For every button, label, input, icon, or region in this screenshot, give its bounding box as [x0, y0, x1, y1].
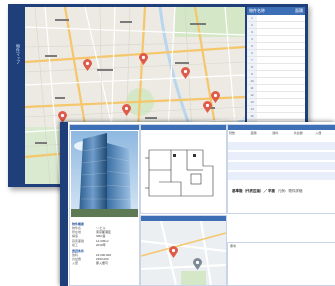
table-column-header[interactable]: 階数	[228, 130, 250, 142]
list-item[interactable]: 2	[247, 22, 305, 29]
building-photo[interactable]	[71, 131, 138, 217]
floor-plan-drawing	[145, 149, 214, 197]
floor-plan-pane[interactable]	[140, 124, 227, 214]
location-map-pane[interactable]	[140, 215, 227, 286]
list-item-number: 5	[247, 43, 257, 49]
pin-6[interactable]	[211, 91, 220, 103]
list-item[interactable]: 14	[247, 106, 305, 113]
list-item-number: 10	[247, 78, 257, 84]
list-item-number: 13	[247, 99, 257, 105]
table-column-header[interactable]: 面積	[250, 130, 272, 142]
table-column-header[interactable]: 賃料	[271, 130, 293, 142]
list-item[interactable]: 12	[247, 92, 305, 99]
list-item-number: 9	[247, 71, 257, 77]
list-item-number: 14	[247, 106, 257, 112]
property-info: 物件概要 物件名 ○○ビル 所在地 東京都港区 構造 SRC造 延床面積 12,345m² 竣工…	[72, 220, 137, 266]
info-value: 即入居可	[96, 261, 109, 266]
info-row: 竣工 2010年	[72, 243, 137, 247]
info-key: 入居	[72, 261, 79, 266]
info-value: 2010年	[96, 242, 106, 247]
list-item[interactable]: 10	[247, 78, 305, 85]
table-column-header[interactable]: 共益費	[293, 130, 315, 142]
location-map	[141, 220, 226, 285]
list-item[interactable]: 5	[247, 43, 305, 50]
list-header-name: 物件名称	[249, 8, 265, 13]
property-detail-window: 物件概要 物件名 ○○ビル 所在地 東京都港区 構造 SRC造 延床面積 12,345m² 竣工…	[60, 122, 335, 286]
list-item[interactable]: 9	[247, 71, 305, 78]
info-row: 入居 即入居可	[72, 261, 137, 265]
list-item[interactable]: 13	[247, 99, 305, 106]
list-item-number: 6	[247, 50, 257, 56]
list-item[interactable]: 8	[247, 64, 305, 71]
table-footer-note: 凡例：物件詳細	[277, 189, 303, 193]
photo-pane: 物件概要 物件名 ○○ビル 所在地 東京都港区 構造 SRC造 延床面積 12,345m² 竣工…	[69, 124, 140, 286]
detail-window-rail	[60, 122, 68, 286]
list-item[interactable]: 7	[247, 57, 305, 64]
location-pin-grey[interactable]	[193, 258, 202, 270]
list-item-number: 2	[247, 22, 257, 28]
table-footer-title: 基準階（代表区画）／ 平面	[232, 189, 275, 193]
list-item-number: 3	[247, 29, 257, 35]
map-window-title: 物件マップ	[16, 44, 21, 64]
list-item[interactable]: 11	[247, 85, 305, 92]
basic-fields: 物件名 ○○ビル 所在地 東京都港区 構造 SRC造 延床面積 12,345m² 竣工 2010年	[72, 226, 137, 247]
list-item-number: 4	[247, 36, 257, 42]
list-item-number: 12	[247, 92, 257, 98]
list-item[interactable]: 3	[247, 29, 305, 36]
building-image	[71, 131, 138, 217]
map-window-rail: 物件マップ	[8, 4, 24, 187]
list-item[interactable]: 6	[247, 50, 305, 57]
list-item-number: 15	[247, 113, 257, 119]
table-row[interactable]	[228, 142, 335, 150]
info-key: 竣工	[72, 242, 79, 247]
list-item[interactable]: 4	[247, 36, 305, 43]
notes-label: 備考	[230, 244, 237, 248]
pin-2[interactable]	[139, 53, 148, 65]
list-item-number: 7	[247, 57, 257, 63]
notes-pane[interactable]: 備考	[227, 242, 335, 286]
list-item-number: 8	[247, 64, 257, 70]
location-pin-red[interactable]	[169, 246, 178, 258]
list-item[interactable]: 15	[247, 113, 305, 120]
pin-4[interactable]	[122, 104, 131, 116]
pin-3[interactable]	[181, 67, 190, 79]
table-footer: 基準階（代表区画）／ 平面 凡例：物件詳細	[232, 189, 332, 194]
table-row[interactable]	[228, 152, 335, 160]
pin-1[interactable]	[83, 59, 92, 71]
list-item[interactable]: 1	[247, 15, 305, 22]
table-row[interactable]	[228, 172, 335, 180]
unit-table-rows	[228, 142, 335, 182]
table-column-header[interactable]: 入居	[314, 130, 335, 142]
table-row[interactable]	[228, 162, 335, 170]
list-item-number: 11	[247, 85, 257, 91]
photo-pane-header	[70, 125, 139, 130]
list-item-number: 1	[247, 15, 257, 21]
unit-table-pane: 階数 面積 賃料 共益費 入居 基準階（代表区画）／ 平面 凡例：物件詳細	[227, 124, 335, 214]
contract-fields: 賃料 ¥2,000,000 共益費 ¥300,000 入居 即入居可	[72, 253, 137, 266]
property-list-header: 物件名称 面積	[247, 7, 305, 15]
list-header-area: 面積	[295, 8, 303, 13]
